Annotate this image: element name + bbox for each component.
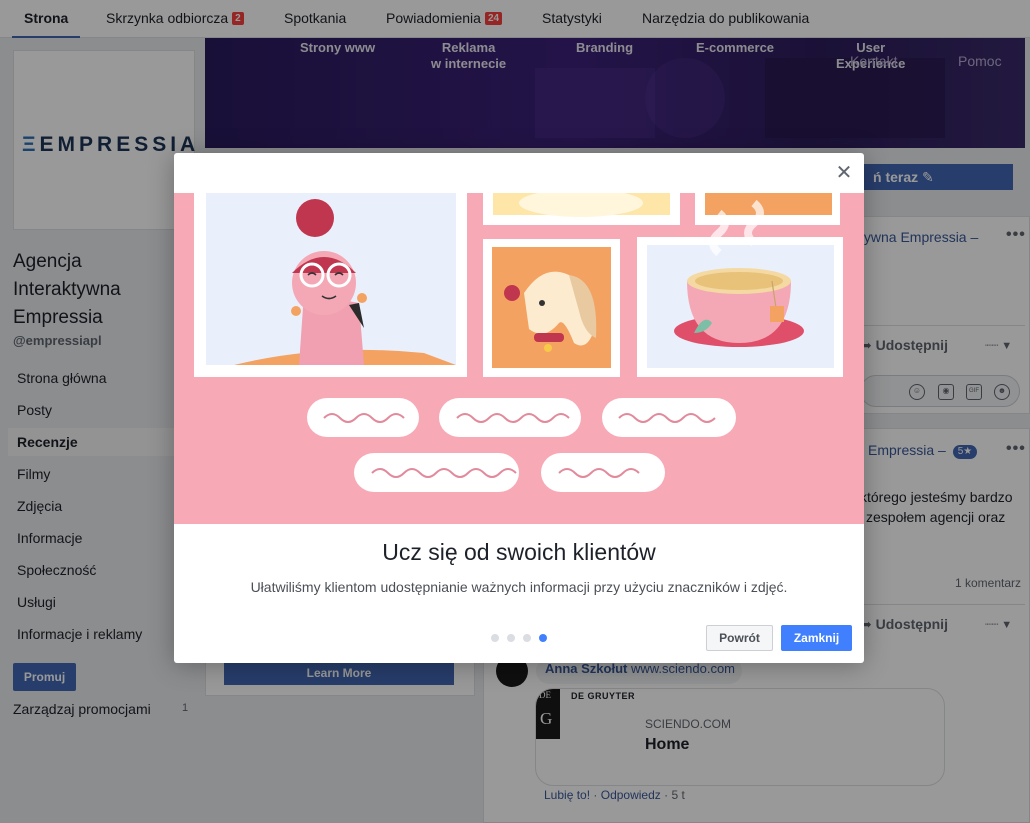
close-button[interactable]: Zamknij [781, 625, 852, 651]
close-icon[interactable]: ✕ [834, 163, 854, 183]
pager-dot[interactable] [523, 634, 531, 642]
pager-dot[interactable] [491, 634, 499, 642]
dialog-title: Ucz się od swoich klientów [382, 539, 656, 565]
pager-dot-active[interactable] [539, 634, 547, 642]
dialog-subtitle: Ułatwiliśmy klientom udostępnianie ważny… [250, 579, 788, 595]
illustration-art [194, 193, 843, 492]
reviews-illustration [174, 193, 864, 524]
back-button[interactable]: Powrót [706, 625, 773, 651]
onboarding-dialog: ✕ Ucz się od swoich klientów Ułatwiliśmy… [174, 153, 864, 663]
pager-dot[interactable] [507, 634, 515, 642]
